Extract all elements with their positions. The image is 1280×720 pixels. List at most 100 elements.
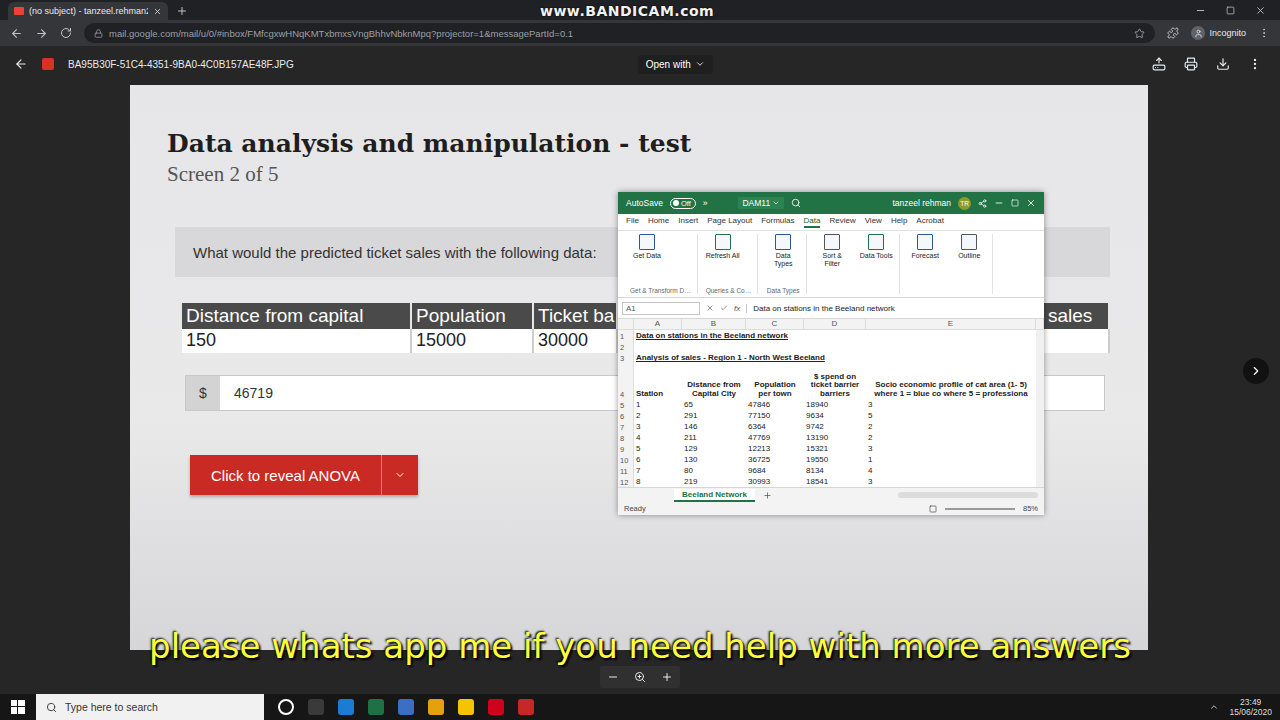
row-header[interactable]: 5: [618, 399, 634, 410]
minimize-icon[interactable]: [994, 198, 1004, 208]
cell[interactable]: 130: [682, 454, 746, 465]
cell[interactable]: 18940: [804, 399, 866, 410]
task-view-icon[interactable]: [308, 699, 324, 715]
row-header[interactable]: 11: [618, 465, 634, 476]
row-header[interactable]: 12: [618, 476, 634, 487]
column-header[interactable]: B: [682, 319, 746, 330]
cell[interactable]: Population per town: [746, 363, 804, 399]
ribbon-tab[interactable]: File: [626, 216, 639, 228]
cell[interactable]: 65: [682, 399, 746, 410]
bandicam-icon[interactable]: [518, 699, 534, 715]
cell[interactable]: 3: [634, 421, 682, 432]
ribbon-button[interactable]: Get Data: [630, 234, 664, 285]
ribbon-button[interactable]: Outline: [952, 234, 986, 292]
cell[interactable]: Data on stations in the Beeland network: [634, 330, 1036, 341]
explorer-icon[interactable]: [458, 699, 474, 715]
ribbon-button[interactable]: Sort & Filter: [815, 234, 849, 292]
close-icon[interactable]: [1026, 198, 1036, 208]
cell[interactable]: 219: [682, 476, 746, 487]
back-icon[interactable]: [14, 57, 28, 71]
reload-icon[interactable]: [60, 27, 72, 39]
row-header[interactable]: 8: [618, 432, 634, 443]
cell[interactable]: 15321: [804, 443, 866, 454]
reveal-anova-button[interactable]: Click to reveal ANOVA: [190, 455, 418, 495]
download-icon[interactable]: [1216, 57, 1230, 71]
ribbon-tab[interactable]: Insert: [678, 216, 698, 228]
column-header[interactable]: C: [746, 319, 804, 330]
autosave-toggle[interactable]: Off: [670, 198, 696, 209]
cell[interactable]: 1: [634, 399, 682, 410]
star-icon[interactable]: [1134, 28, 1145, 39]
ribbon-tab[interactable]: Acrobat: [916, 216, 944, 228]
column-header[interactable]: E: [866, 319, 1036, 330]
cell[interactable]: 18541: [804, 476, 866, 487]
cell[interactable]: 80: [682, 465, 746, 476]
forward-icon[interactable]: [35, 27, 48, 40]
ribbon-tab[interactable]: Home: [648, 216, 669, 228]
maximize-icon[interactable]: [1011, 199, 1019, 207]
cell[interactable]: 291: [682, 410, 746, 421]
ribbon-tab[interactable]: Formulas: [761, 216, 794, 228]
cell[interactable]: 12213: [746, 443, 804, 454]
cell[interactable]: Analysis of sales - Region 1 - North Wes…: [634, 352, 1036, 363]
cell[interactable]: 47846: [746, 399, 804, 410]
cell[interactable]: 129: [682, 443, 746, 454]
zoom-out-icon[interactable]: [607, 671, 619, 683]
search-icon[interactable]: [791, 198, 801, 208]
zoom-icon[interactable]: [634, 671, 646, 683]
back-icon[interactable]: [10, 27, 23, 40]
normal-view-icon[interactable]: [929, 505, 937, 513]
row-header[interactable]: 4: [618, 363, 634, 399]
cell[interactable]: 5: [866, 410, 1036, 421]
ribbon-tab[interactable]: View: [865, 216, 882, 228]
horizontal-scrollbar[interactable]: [898, 492, 1038, 498]
row-header[interactable]: 10: [618, 454, 634, 465]
row-header[interactable]: 2: [618, 341, 634, 352]
ribbon-tab[interactable]: Review: [829, 216, 855, 228]
cell[interactable]: 9742: [804, 421, 866, 432]
dropdown-toggle[interactable]: [381, 455, 418, 495]
cell[interactable]: Distance from Capital City: [682, 363, 746, 399]
ribbon-tab[interactable]: Help: [891, 216, 907, 228]
outlook-icon[interactable]: [398, 699, 414, 715]
ribbon-tab[interactable]: Page Layout: [707, 216, 752, 228]
cell[interactable]: 30993: [746, 476, 804, 487]
opera-icon[interactable]: [488, 699, 504, 715]
cell[interactable]: 4: [866, 465, 1036, 476]
cell[interactable]: 5: [634, 443, 682, 454]
minimize-icon[interactable]: [1195, 5, 1206, 16]
cell[interactable]: 7: [634, 465, 682, 476]
row-header[interactable]: 9: [618, 443, 634, 454]
cell[interactable]: 77150: [746, 410, 804, 421]
cell[interactable]: 211: [682, 432, 746, 443]
zoom-slider[interactable]: [945, 508, 1015, 510]
cortana-icon[interactable]: [278, 699, 294, 715]
open-with-button[interactable]: Open with: [638, 55, 713, 74]
column-header[interactable]: A: [634, 319, 682, 330]
cell[interactable]: 13190: [804, 432, 866, 443]
cell[interactable]: 19550: [804, 454, 866, 465]
ribbon-button[interactable]: Forecast: [908, 234, 942, 292]
share-icon[interactable]: [978, 199, 987, 208]
cell[interactable]: 6: [634, 454, 682, 465]
row-header[interactable]: 1: [618, 330, 634, 341]
cell[interactable]: 4: [634, 432, 682, 443]
cell[interactable]: 8: [634, 476, 682, 487]
extension-icon[interactable]: [1167, 27, 1179, 39]
function-label[interactable]: fx: [734, 304, 740, 313]
next-button[interactable]: [1243, 358, 1269, 384]
cell[interactable]: 9684: [746, 465, 804, 476]
url-field[interactable]: mail.google.com/mail/u/0/#inbox/FMfcgxwH…: [84, 23, 1155, 43]
add-to-drive-icon[interactable]: [1152, 57, 1166, 71]
print-icon[interactable]: [1184, 57, 1198, 71]
cell[interactable]: 2: [866, 421, 1036, 432]
cell[interactable]: 3: [866, 443, 1036, 454]
cell[interactable]: Socio economic profile of cat area (1- 5…: [866, 363, 1036, 399]
ribbon-button[interactable]: Data Types: [766, 234, 800, 285]
column-header[interactable]: D: [804, 319, 866, 330]
user-avatar[interactable]: TR: [958, 197, 971, 210]
ribbon-tab[interactable]: Data: [804, 216, 821, 228]
maximize-icon[interactable]: [1226, 6, 1235, 15]
file-name[interactable]: DAM11: [738, 197, 784, 209]
excel-window[interactable]: AutoSaveOff»DAM11tanzeel rehmanTRFileHom…: [618, 192, 1044, 515]
